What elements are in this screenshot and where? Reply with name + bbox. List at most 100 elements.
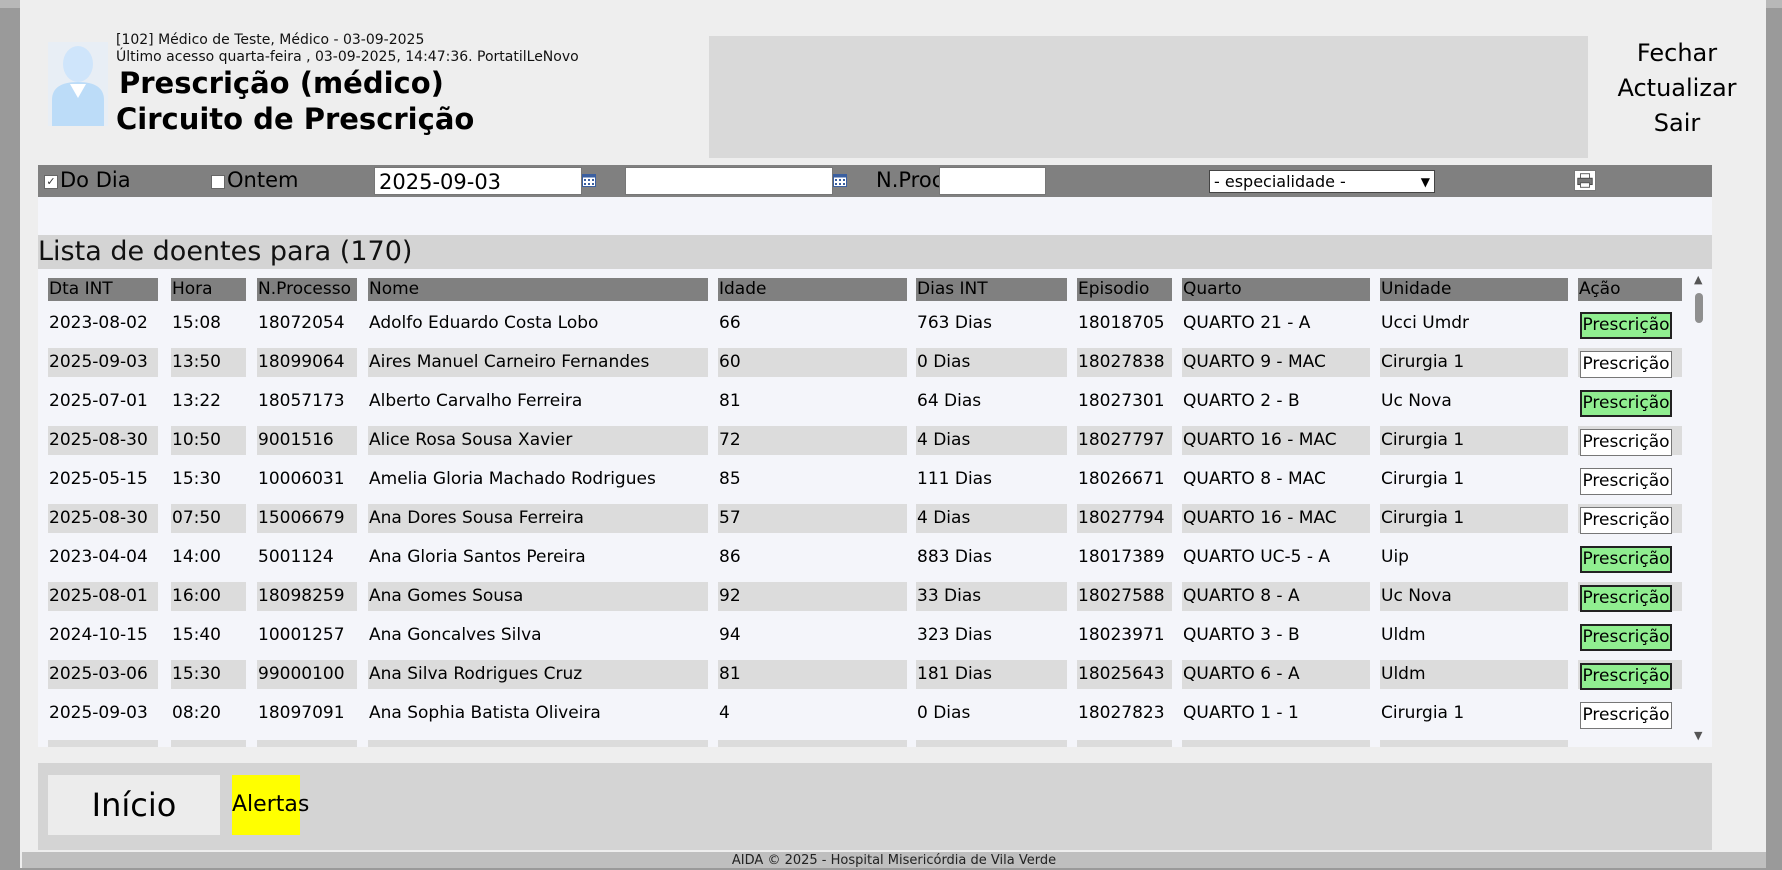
cell-dta: 2025-08-01: [48, 582, 158, 611]
cell-unidade: Uldm: [1380, 660, 1568, 689]
home-button[interactable]: Início: [48, 775, 220, 835]
do-dia-checkbox[interactable]: ✓: [44, 175, 58, 189]
prescricao-button[interactable]: Prescrição: [1580, 351, 1672, 378]
prescricao-button[interactable]: Prescrição: [1580, 624, 1672, 651]
cell-nprocesso: 18097091: [258, 703, 345, 723]
last-access-info: Último acesso quarta-feira , 03-09-2025,…: [116, 49, 579, 65]
table-row: 2023-04-04 14:00 5001124 Ana Gloria Santos …: [48, 543, 1693, 582]
cell-nprocesso: 18072054: [258, 313, 345, 333]
filter-spacer: [38, 197, 1712, 235]
cell-dias-int: 0 Dias: [916, 348, 1067, 377]
cell-nprocesso: 15006679: [257, 504, 357, 533]
cell-dta: 2024-10-15: [49, 625, 148, 645]
cell-idade: 81: [719, 391, 741, 411]
bottom-bar: Início Alertas: [38, 763, 1712, 850]
cell-dias-int: 64 Dias: [917, 391, 982, 411]
scroll-thumb[interactable]: [1695, 293, 1703, 323]
column-header: N.Processo: [257, 278, 357, 301]
cell-unidade: Uldm: [1381, 625, 1426, 645]
list-header: Lista de doentes para (170): [38, 235, 1712, 269]
cell-hora: 14:00: [172, 547, 221, 567]
alerts-button[interactable]: Alertas: [232, 775, 309, 835]
table-row-partial: [48, 740, 1693, 747]
exit-link[interactable]: Sair: [1612, 106, 1742, 141]
cell-episodio: 18026671: [1078, 469, 1165, 489]
cell-idade: 72: [718, 426, 907, 455]
cell-dias-int: 883 Dias: [917, 547, 992, 567]
cell-hora: 15:40: [172, 625, 221, 645]
user-info: [102] Médico de Teste, Médico - 03-09-20…: [116, 32, 425, 48]
ontem-checkbox[interactable]: [211, 175, 225, 189]
especialidade-select[interactable]: - especialidade - ▼: [1209, 170, 1435, 193]
print-icon[interactable]: [1574, 170, 1596, 191]
prescricao-button[interactable]: Prescrição: [1580, 429, 1672, 456]
cell-nome: Ana Dores Sousa Ferreira: [368, 504, 708, 533]
page-subtitle: Circuito de Prescrição: [116, 102, 475, 136]
cell-hora: 13:22: [172, 391, 221, 411]
table-row: 2025-05-15 15:30 10006031 Amelia Gloria Mac…: [48, 465, 1693, 504]
prescricao-button[interactable]: Prescrição: [1580, 546, 1672, 573]
message-panel: [709, 36, 1588, 158]
cell-hora: 15:30: [172, 469, 221, 489]
cell-episodio: 18027797: [1077, 426, 1172, 455]
cell-idade: 94: [719, 625, 741, 645]
page-title: Prescrição (médico): [119, 66, 444, 100]
cell-unidade: Cirurgia 1: [1380, 426, 1568, 455]
cell-episodio: 18027823: [1078, 703, 1165, 723]
cell-hora: 07:50: [171, 504, 246, 533]
calendar-icon[interactable]: [582, 174, 596, 187]
especialidade-value: - especialidade -: [1214, 172, 1346, 191]
prescricao-button[interactable]: Prescrição: [1580, 507, 1672, 534]
cell-idade: 81: [718, 660, 907, 689]
cell-idade: 57: [718, 504, 907, 533]
date-to-input[interactable]: [625, 167, 833, 195]
date-from-input[interactable]: 2025-09-03: [374, 167, 582, 195]
cell-nome: Alberto Carvalho Ferreira: [369, 391, 583, 411]
table-row: 2024-10-15 15:40 10001257 Ana Goncalves Sil…: [48, 621, 1693, 660]
prescricao-button[interactable]: Prescrição: [1580, 468, 1672, 495]
table-row: 2025-08-30 07:50 15006679 Ana Dores Sousa F…: [48, 504, 1693, 543]
cell-idade: 66: [719, 313, 741, 333]
refresh-link[interactable]: Actualizar: [1612, 71, 1742, 106]
table-cell: [718, 740, 907, 747]
column-header: Dta INT: [48, 278, 158, 301]
column-header: Unidade: [1380, 278, 1568, 301]
cell-dias-int: 111 Dias: [917, 469, 992, 489]
cell-hora: 10:50: [171, 426, 246, 455]
cell-quarto: QUARTO 1 - 1: [1183, 703, 1299, 723]
user-avatar-icon: [48, 42, 108, 126]
cell-unidade: Uc Nova: [1380, 582, 1568, 611]
prescricao-button[interactable]: Prescrição: [1580, 390, 1672, 417]
column-header: Episodio: [1077, 278, 1172, 301]
cell-quarto: QUARTO 6 - A: [1182, 660, 1370, 689]
table-row: 2025-03-06 15:30 99000100 Ana Silva Rodrigu…: [48, 660, 1693, 699]
nproc-input[interactable]: [939, 167, 1046, 195]
cell-unidade: Ucci Umdr: [1381, 313, 1470, 333]
cell-nprocesso: 18098259: [257, 582, 357, 611]
patient-list: Dta INT Hora N.Processo Nome Idade Dias …: [38, 269, 1712, 747]
table-row: 2025-09-03 08:20 18097091 Ana Sophia Batist…: [48, 699, 1693, 738]
cell-nprocesso: 18057173: [258, 391, 345, 411]
prescricao-button[interactable]: Prescrição: [1580, 312, 1672, 339]
table-row: 2025-07-01 13:22 18057173 Alberto Carvalho …: [48, 387, 1693, 426]
ontem-label: Ontem: [227, 168, 299, 192]
cell-dta: 2025-05-15: [49, 469, 148, 489]
close-link[interactable]: Fechar: [1612, 36, 1742, 71]
prescricao-button[interactable]: Prescrição: [1580, 702, 1672, 729]
chevron-down-icon: ▼: [1420, 175, 1430, 189]
cell-quarto: QUARTO UC-5 - A: [1183, 547, 1331, 567]
cell-dias-int: 4 Dias: [916, 426, 1067, 455]
prescricao-button[interactable]: Prescrição: [1580, 585, 1672, 612]
prescricao-button[interactable]: Prescrição: [1580, 663, 1672, 690]
scroll-up-icon[interactable]: ▲: [1694, 273, 1702, 286]
cell-unidade: Cirurgia 1: [1381, 469, 1465, 489]
cell-idade: 85: [719, 469, 741, 489]
cell-quarto: QUARTO 16 - MAC: [1182, 426, 1370, 455]
calendar-icon[interactable]: [833, 174, 847, 187]
scroll-down-icon[interactable]: ▼: [1694, 729, 1702, 742]
cell-episodio: 18023971: [1078, 625, 1165, 645]
list-title: Lista de doentes para (170): [38, 236, 413, 267]
cell-quarto: QUARTO 2 - B: [1183, 391, 1300, 411]
list-scrollbar[interactable]: ▲ ▼: [1691, 273, 1707, 745]
cell-episodio: 18027588: [1077, 582, 1172, 611]
